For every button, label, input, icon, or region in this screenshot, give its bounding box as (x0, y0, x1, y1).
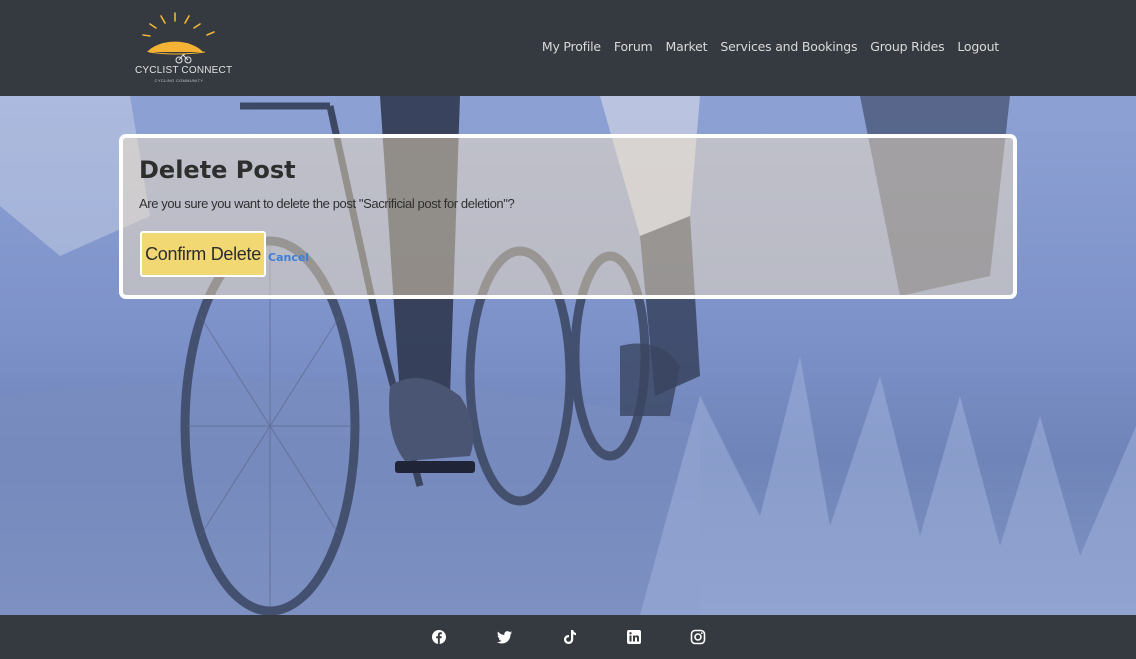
tiktok-icon[interactable] (562, 629, 578, 645)
site-logo[interactable]: CYCLIST CONNECT CYCLING COMMUNITY (135, 10, 233, 86)
linkedin-icon[interactable] (626, 629, 642, 645)
nav-services-and-bookings[interactable]: Services and Bookings (720, 39, 857, 54)
twitter-icon[interactable] (497, 629, 513, 645)
nav-logout[interactable]: Logout (957, 39, 999, 54)
logo-name: CYCLIST CONNECT (135, 65, 233, 76)
nav-my-profile[interactable]: My Profile (542, 39, 601, 54)
dialog-message: Are you sure you want to delete the post… (139, 196, 515, 211)
nav-forum[interactable]: Forum (614, 39, 653, 54)
site-footer (0, 615, 1136, 659)
main-nav: My Profile Forum Market Services and Boo… (542, 39, 999, 54)
site-header: CYCLIST CONNECT CYCLING COMMUNITY My Pro… (0, 0, 1136, 96)
instagram-icon[interactable] (690, 629, 706, 645)
cancel-link[interactable]: Cancel (268, 251, 309, 264)
confirm-delete-button[interactable]: Confirm Delete (140, 231, 266, 277)
facebook-icon[interactable] (431, 629, 447, 645)
sun-logo-icon (142, 12, 215, 64)
dialog-title: Delete Post (139, 156, 296, 184)
logo-tagline: CYCLING COMMUNITY (154, 78, 204, 83)
nav-market[interactable]: Market (666, 39, 708, 54)
delete-post-dialog: Delete Post Are you sure you want to del… (119, 134, 1017, 299)
nav-group-rides[interactable]: Group Rides (870, 39, 944, 54)
